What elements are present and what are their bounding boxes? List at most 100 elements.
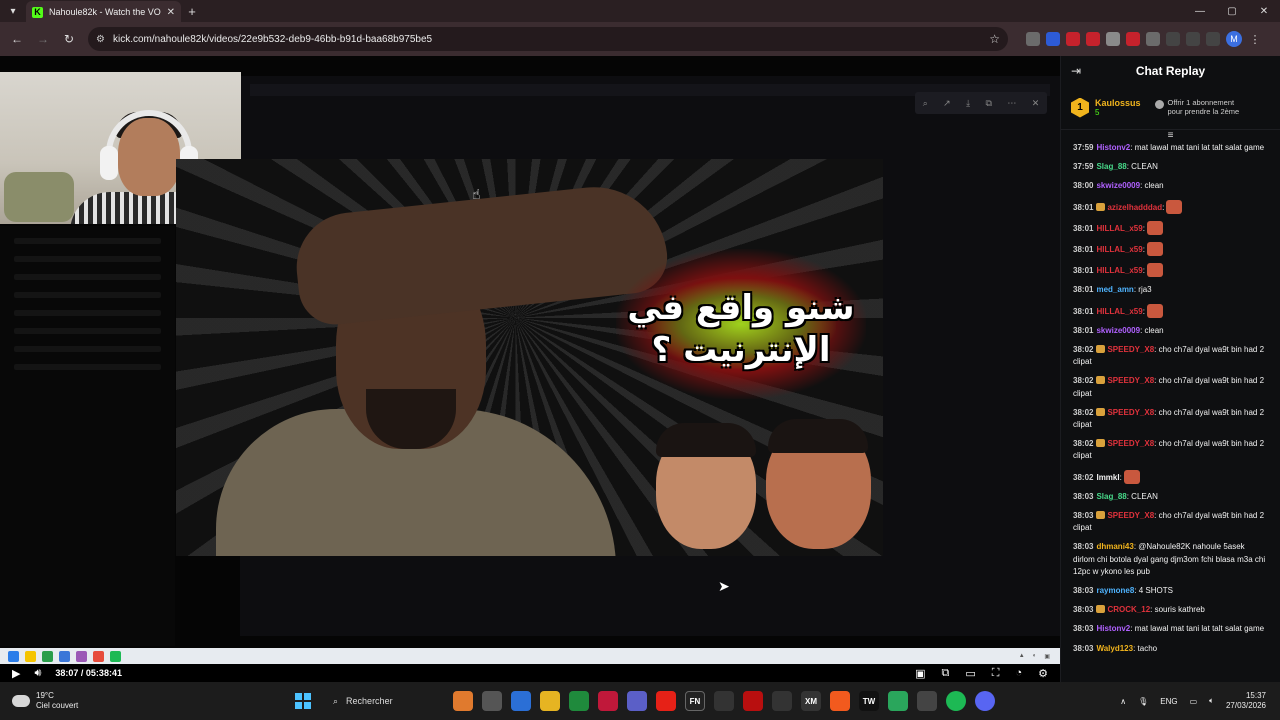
message-username[interactable]: Immkl: [1096, 473, 1119, 482]
tab-search-dropdown-icon[interactable]: ▾: [0, 0, 26, 22]
app-icon[interactable]: [598, 691, 618, 711]
message-timestamp: 38:01: [1073, 223, 1094, 233]
discord-icon[interactable]: [975, 691, 995, 711]
brave-icon[interactable]: [830, 691, 850, 711]
message-username[interactable]: med_amn: [1096, 285, 1133, 294]
message-username[interactable]: raymone8: [1096, 586, 1134, 595]
message-username[interactable]: Histonv2: [1096, 143, 1130, 152]
extension-icon[interactable]: [1126, 32, 1140, 46]
minimize-icon[interactable]: —: [1184, 6, 1216, 17]
kebab-menu-icon[interactable]: ⋮: [1248, 32, 1262, 46]
obs-icon[interactable]: [772, 691, 792, 711]
message-username[interactable]: dhmani43: [1096, 542, 1133, 551]
app-icon[interactable]: XM: [801, 691, 821, 711]
message-username[interactable]: HILLAL_x59: [1096, 245, 1142, 254]
message-username[interactable]: skwize0009: [1096, 326, 1140, 335]
weather-widget[interactable]: 19°C Ciel couvert: [0, 691, 140, 710]
fn-app-icon[interactable]: FN: [685, 691, 705, 711]
teams-icon[interactable]: [627, 691, 647, 711]
app-icon[interactable]: TW: [859, 691, 879, 711]
collapse-chat-icon[interactable]: ⇥: [1071, 64, 1081, 78]
top-gifter-name[interactable]: Kaulossus: [1095, 98, 1141, 108]
forward-arrow-icon[interactable]: →: [32, 28, 54, 50]
bookmark-star-icon[interactable]: ☆: [989, 32, 1000, 46]
message-username[interactable]: SPEEDY_X8: [1107, 439, 1154, 448]
message-timestamp: 38:01: [1073, 306, 1094, 316]
pinned-gift-leaderboard[interactable]: 1 Kaulossus 5 Offrir 1 abonnement pour p…: [1061, 86, 1280, 130]
maximize-icon[interactable]: ▢: [1216, 6, 1248, 17]
puzzle-extensions-icon[interactable]: [1166, 32, 1180, 46]
extension-icon[interactable]: [1106, 32, 1120, 46]
youtube-icon[interactable]: [656, 691, 676, 711]
settings-gear-icon[interactable]: ⚙: [1038, 667, 1048, 680]
message-username[interactable]: SPEEDY_X8: [1107, 511, 1154, 520]
language-indicator[interactable]: ENG: [1160, 697, 1177, 706]
task-view-icon[interactable]: [482, 691, 502, 711]
message-username[interactable]: SPEEDY_X8: [1107, 408, 1154, 417]
url-text[interactable]: kick.com/nahoule82k/videos/22e9b532-deb9…: [113, 34, 981, 45]
windows-start-icon[interactable]: [295, 693, 311, 709]
message-username[interactable]: Walyd123: [1096, 644, 1133, 653]
app-icon[interactable]: [743, 691, 763, 711]
profile-avatar[interactable]: M: [1226, 31, 1242, 47]
side-panel-icon[interactable]: [1206, 32, 1220, 46]
speaker-icon[interactable]: 🔈︎: [1209, 696, 1214, 706]
chat-message: 38:02 SPEEDY_X8: cho ch7al dyal wa9t bin …: [1073, 407, 1268, 431]
network-icon[interactable]: ▭: [1190, 697, 1198, 706]
chat-filter-icon[interactable]: ≡: [1061, 130, 1280, 142]
playback-speed-icon[interactable]: ◔: [1015, 667, 1022, 680]
reload-icon[interactable]: ↻: [58, 28, 80, 50]
message-username[interactable]: HILLAL_x59: [1096, 224, 1142, 233]
message-timestamp: 38:03: [1073, 542, 1094, 552]
volume-icon[interactable]: 🔊︎: [34, 667, 41, 680]
spotify-icon[interactable]: [946, 691, 966, 711]
weather-desc: Ciel couvert: [36, 701, 79, 710]
message-username[interactable]: HILLAL_x59: [1096, 307, 1142, 316]
chat-message: 38:02 SPEEDY_X8: cho ch7al dyal wa9t bin …: [1073, 438, 1268, 462]
play-icon[interactable]: ▶: [12, 667, 20, 680]
miniplayer-icon[interactable]: ⧉: [942, 667, 950, 680]
theater-mode-icon[interactable]: ▭: [965, 667, 975, 680]
extension-icon[interactable]: [1146, 32, 1160, 46]
tab-close-icon[interactable]: ✕: [167, 7, 175, 18]
new-tab-plus-icon[interactable]: +: [181, 4, 203, 19]
message-username[interactable]: azizelhadddad: [1107, 203, 1162, 212]
app-icon[interactable]: [917, 691, 937, 711]
chrome-icon[interactable]: [569, 691, 589, 711]
message-username[interactable]: Slag_88: [1096, 492, 1126, 501]
cloud-icon: [12, 695, 30, 707]
message-username[interactable]: Histonv2: [1096, 624, 1130, 633]
message-username[interactable]: SPEEDY_X8: [1107, 345, 1154, 354]
message-username[interactable]: SPEEDY_X8: [1107, 376, 1154, 385]
microphone-icon[interactable]: 🎙︎: [1138, 697, 1148, 706]
system-clock[interactable]: 15:37 27/03/2026: [1226, 691, 1266, 710]
chat-replay-panel: ⇥ Chat Replay 1 Kaulossus 5 Offrir 1 abo…: [1060, 56, 1280, 682]
user-badge-icon: [1096, 345, 1106, 354]
taskbar-search[interactable]: ⌕ Rechercher: [325, 690, 435, 712]
extension-icon[interactable]: [1026, 32, 1040, 46]
message-username[interactable]: HILLAL_x59: [1096, 266, 1142, 275]
back-arrow-icon[interactable]: ←: [6, 28, 28, 50]
file-explorer-icon[interactable]: [540, 691, 560, 711]
chat-title: Chat Replay: [1135, 64, 1206, 78]
copilot-icon[interactable]: [453, 691, 473, 711]
tray-chevron-up-icon[interactable]: ∧: [1120, 697, 1126, 706]
app-icon[interactable]: [714, 691, 734, 711]
fullscreen-icon[interactable]: ⛶: [992, 667, 1000, 680]
omnibox[interactable]: ⚙ kick.com/nahoule82k/videos/22e9b532-de…: [88, 27, 1008, 51]
clip-icon[interactable]: ▣: [915, 667, 925, 680]
site-info-icon[interactable]: ⚙: [96, 34, 105, 45]
translate-extension-icon[interactable]: [1046, 32, 1060, 46]
message-username[interactable]: skwize0009: [1096, 181, 1140, 190]
message-username[interactable]: CROCK_12: [1107, 605, 1150, 614]
video-player[interactable]: ⌕ ↗ ⤓ ⧉ ⋯ ✕ شنو واقع في الإنترنيت ؟ ☝ ➤ …: [0, 56, 1060, 664]
edge-icon[interactable]: [511, 691, 531, 711]
extension-icon[interactable]: [1066, 32, 1080, 46]
message-username[interactable]: Slag_88: [1096, 162, 1126, 171]
app-icon[interactable]: [888, 691, 908, 711]
window-close-icon[interactable]: ✕: [1248, 6, 1280, 17]
browser-tab-active[interactable]: K Nahoule82k - Watch the VOD o ✕: [26, 1, 181, 23]
extension-icon[interactable]: [1086, 32, 1100, 46]
reading-list-icon[interactable]: [1186, 32, 1200, 46]
gift-subscription-button[interactable]: Offrir 1 abonnement pour prendre la 2ème: [1154, 98, 1239, 116]
